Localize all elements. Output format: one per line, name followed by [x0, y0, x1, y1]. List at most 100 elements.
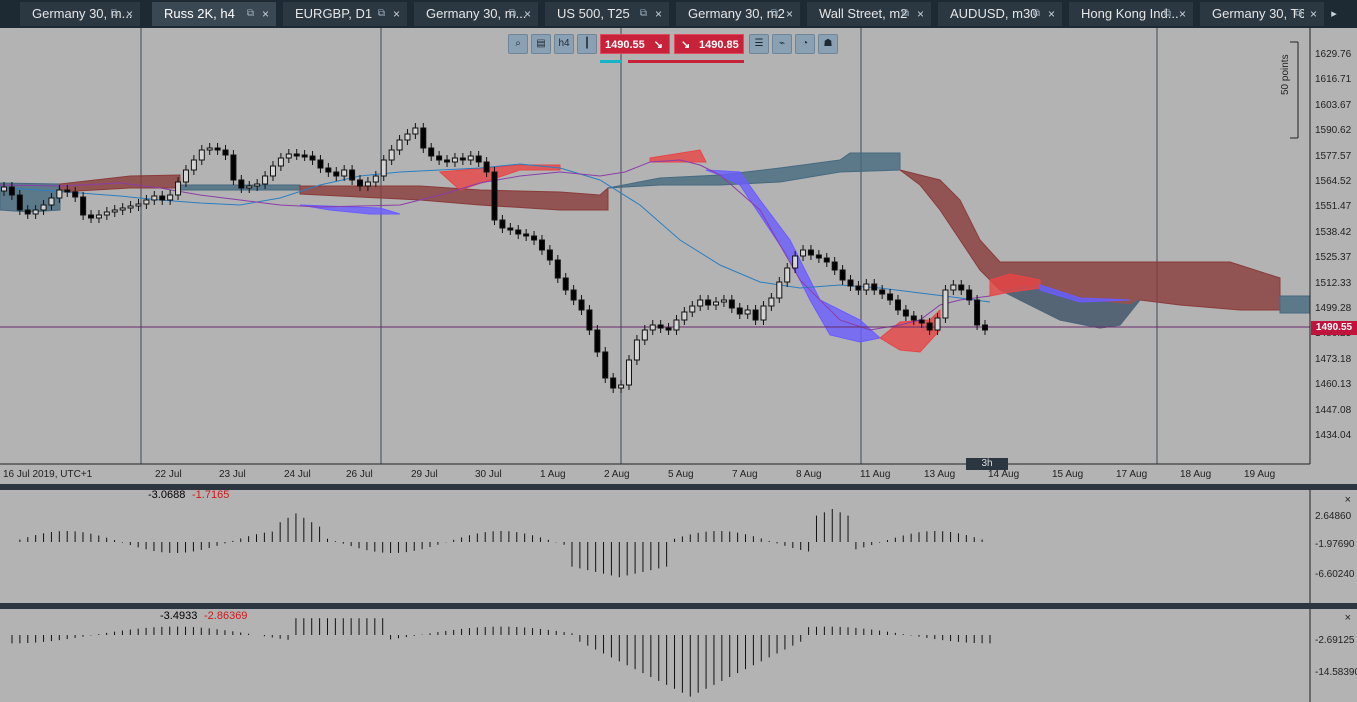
pin-icon[interactable]: ⧉	[1033, 2, 1040, 26]
pin-icon[interactable]: ⧉	[640, 2, 647, 26]
indicator-panel-1[interactable]	[0, 490, 1357, 604]
candle-body	[459, 157, 466, 161]
close-icon[interactable]: ×	[786, 2, 793, 26]
time-tick: 8 Aug	[796, 469, 822, 480]
candle-body	[823, 257, 830, 263]
list-icon[interactable]: ☰	[749, 34, 769, 54]
price-tick: 1525.37	[1315, 252, 1352, 264]
close-icon[interactable]: ×	[1048, 2, 1055, 26]
tab-germany30-1[interactable]: Germany 30, m... ⧉ ×	[20, 2, 140, 26]
close-icon[interactable]: ×	[126, 2, 133, 26]
candle-body	[48, 197, 55, 206]
candle-body	[159, 195, 166, 201]
candle-body	[119, 207, 126, 211]
tab-us500[interactable]: US 500, T25 ⧉ ×	[545, 2, 669, 26]
pin-icon[interactable]: ⧉	[378, 2, 385, 26]
tab-wallstreet[interactable]: Wall Street, m2 ⧉ ×	[807, 2, 931, 26]
sentiment-icon[interactable]: ◔	[795, 34, 815, 54]
candle-body	[230, 154, 237, 181]
pin-icon[interactable]: ⧉	[509, 2, 516, 26]
candle-body	[127, 205, 134, 209]
candle-body	[301, 154, 308, 158]
candle-body	[594, 329, 601, 353]
candle-body	[894, 299, 901, 311]
trader-icon[interactable]: ☗	[818, 34, 838, 54]
candle-body	[372, 175, 379, 183]
close-icon[interactable]: ×	[524, 2, 531, 26]
tab-eurgbp[interactable]: EURGBP, D1 ⧉ ×	[283, 2, 407, 26]
candle-body	[143, 199, 150, 205]
close-icon[interactable]: ×	[393, 2, 400, 26]
close-icon[interactable]: ×	[262, 2, 269, 26]
candle-body	[689, 305, 696, 313]
price-tick: 1434.04	[1315, 430, 1352, 441]
spread-bar-sell	[600, 60, 622, 63]
close-icon[interactable]: ×	[917, 2, 924, 26]
candle-body	[325, 167, 332, 173]
candle-body	[839, 269, 846, 281]
candle-body	[1, 186, 7, 192]
chart-settings-icon[interactable]: ▤	[531, 34, 551, 54]
candle-body	[364, 181, 371, 187]
price-tick: 1629.76	[1315, 49, 1352, 60]
indicator1-tick: -6.60240	[1315, 569, 1355, 580]
tab-label: Germany 30, T60	[1212, 6, 1304, 21]
pin-icon[interactable]: ⧉	[111, 2, 118, 26]
indicators-icon[interactable]: ⌁	[772, 34, 792, 54]
tab-russ2k[interactable]: Russ 2K, h4 ⧉ ×	[152, 2, 276, 26]
candle-body	[32, 209, 39, 215]
pin-icon[interactable]: ⧉	[771, 2, 778, 26]
close-icon[interactable]: ×	[1310, 2, 1317, 26]
time-tick: 2 Aug	[604, 469, 630, 480]
buy-button[interactable]: ↘ 1490.85	[674, 34, 744, 54]
candle-body	[214, 147, 221, 151]
candle-body	[269, 165, 276, 177]
indicator2-tick: -2.69125	[1315, 635, 1355, 646]
tab-audusd[interactable]: AUDUSD, m30 ⧉ ×	[938, 2, 1062, 26]
close-icon[interactable]: ×	[655, 2, 662, 26]
tab-hongkong[interactable]: Hong Kong Ind... ⧉ ×	[1069, 2, 1193, 26]
candle-body	[388, 149, 395, 161]
zoom-icon[interactable]: ⌕	[508, 34, 528, 54]
tab-label: EURGBP, D1	[295, 6, 373, 21]
candle-body	[586, 309, 593, 331]
tab-germany30-2[interactable]: Germany 30, m... ⧉ ×	[414, 2, 538, 26]
tab-germany30-t60[interactable]: Germany 30, T60 ⧉ ×	[1200, 2, 1324, 26]
sell-button[interactable]: 1490.55 ↘	[600, 34, 670, 54]
candle-body	[942, 289, 949, 319]
price-tick: 1460.13	[1315, 379, 1352, 391]
timeframe-button[interactable]: h4	[554, 34, 574, 54]
tab-bar: Germany 30, m... ⧉ × Russ 2K, h4 ⧉ × EURGB…	[0, 0, 1357, 28]
indicator-panel-2[interactable]	[0, 609, 1357, 702]
candle-body	[918, 319, 925, 324]
close-icon[interactable]: ×	[1179, 2, 1186, 26]
pin-icon[interactable]: ⧉	[1164, 2, 1171, 26]
tab-scroll-right-icon[interactable]: ▸	[1326, 2, 1342, 26]
time-tick: 15 Aug	[1052, 469, 1084, 480]
pin-icon[interactable]: ⧉	[902, 2, 909, 26]
candle-body	[744, 309, 751, 315]
current-price-tag: 1490.55	[1311, 321, 1357, 335]
pin-icon[interactable]: ⧉	[247, 2, 254, 26]
indicator1-tick: -1.97690	[1315, 539, 1355, 550]
cloud-segment	[1279, 295, 1311, 314]
candle-body	[602, 351, 609, 379]
candle-body	[570, 289, 577, 301]
candle-body	[974, 299, 981, 326]
chart-type-icon[interactable]: ┃	[577, 34, 597, 54]
candle-body	[475, 155, 482, 163]
time-tick: 17 Aug	[1116, 469, 1148, 480]
close-indicator1-icon[interactable]: ×	[1345, 494, 1351, 506]
price-tick: 1499.28	[1315, 303, 1352, 314]
candle-body	[88, 214, 95, 219]
time-tick: 29 Jul	[411, 469, 438, 480]
candle-body	[800, 249, 807, 257]
price-tick: 1512.33	[1315, 277, 1352, 289]
candle-body	[982, 324, 988, 331]
candle-body	[206, 147, 213, 151]
time-tick: 19 Aug	[1244, 469, 1276, 480]
price-chart[interactable]	[0, 28, 1357, 484]
pin-icon[interactable]: ⧉	[1295, 2, 1302, 26]
close-indicator2-icon[interactable]: ×	[1345, 612, 1351, 624]
tab-germany30-3[interactable]: Germany 30, m2 ⧉ ×	[676, 2, 800, 26]
